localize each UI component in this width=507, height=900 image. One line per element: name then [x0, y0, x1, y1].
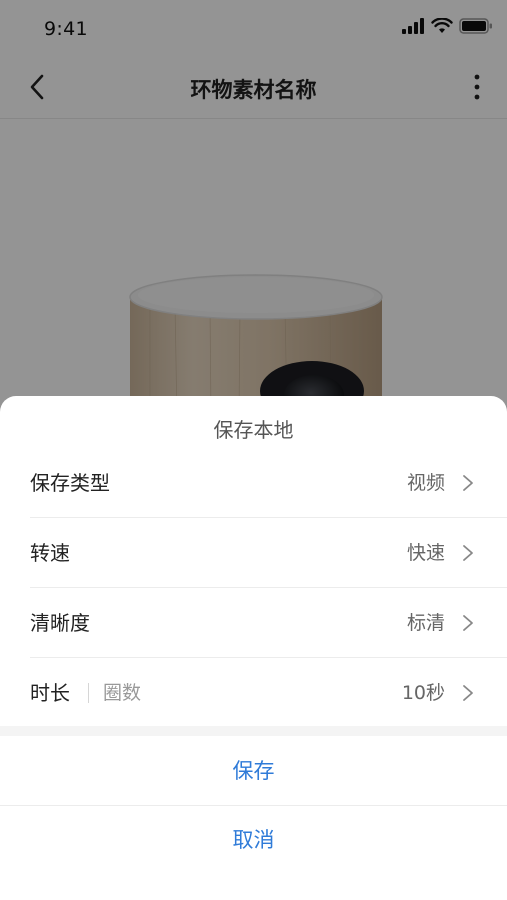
chevron-right-icon [463, 685, 473, 701]
row-value: 快速 [406, 542, 445, 564]
section-gap [0, 726, 507, 736]
row-resolution[interactable]: 清晰度 标清 [0, 588, 507, 658]
save-button[interactable]: 保存 [0, 738, 507, 804]
row-value: 标清 [406, 612, 445, 634]
row-sub-option-rounds[interactable]: 圈数 [103, 658, 141, 728]
cancel-button[interactable]: 取消 [0, 807, 507, 873]
row-save-type[interactable]: 保存类型 视频 [0, 448, 507, 518]
save-local-sheet: 保存本地 保存类型 视频 转速 快速 清晰度 标清 时长 圈数 10秒 保存 取… [0, 396, 507, 900]
vertical-separator [88, 683, 89, 703]
row-label: 保存类型 [30, 471, 110, 495]
row-rotation-speed[interactable]: 转速 快速 [0, 518, 507, 588]
row-label: 清晰度 [30, 611, 90, 635]
row-label: 时长 [30, 681, 70, 705]
sheet-title: 保存本地 [213, 418, 294, 442]
chevron-right-icon [463, 615, 473, 631]
row-value: 10秒 [401, 682, 445, 704]
chevron-right-icon [463, 545, 473, 561]
divider [0, 805, 507, 806]
row-value: 视频 [406, 472, 445, 494]
row-label: 转速 [30, 541, 70, 565]
chevron-right-icon [463, 475, 473, 491]
row-duration[interactable]: 时长 圈数 10秒 [0, 658, 507, 728]
